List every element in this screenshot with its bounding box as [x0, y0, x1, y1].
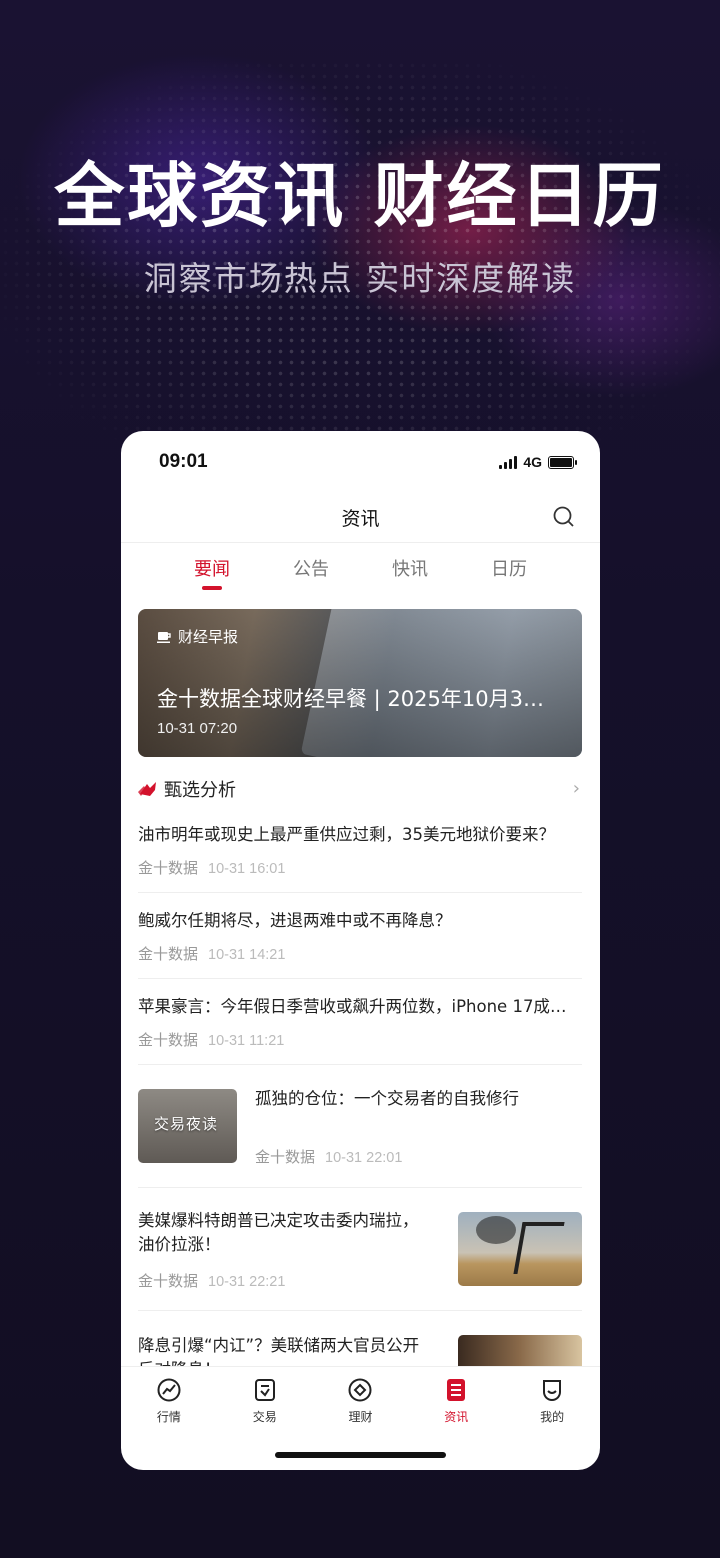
- trade-icon: [254, 1379, 275, 1401]
- battery-icon: [548, 455, 577, 469]
- tab-trade[interactable]: 交易: [217, 1367, 313, 1430]
- article-item[interactable]: 交易夜读 孤独的仓位：一个交易者的自我修行 金十数据 10-31 22:01: [138, 1081, 582, 1188]
- finance-icon: [348, 1378, 372, 1402]
- profile-icon: [543, 1380, 562, 1401]
- brand-logo-icon: [138, 782, 156, 796]
- hero-card[interactable]: 财经早报 金十数据全球财经早餐 | 2025年10月31日 10-31 07:2…: [138, 609, 582, 757]
- tab-flash[interactable]: 快讯: [361, 555, 460, 601]
- news-tabs: 要闻 公告 快讯 日历: [121, 543, 600, 601]
- tab-market[interactable]: 行情: [121, 1367, 217, 1430]
- article-source: 金十数据: [255, 1148, 316, 1166]
- article-item[interactable]: 降息引爆“内讧”？美联储两大官员公开 反对降息！: [138, 1327, 582, 1409]
- news-icon: [447, 1379, 466, 1401]
- article-time: 10-31 16:01: [208, 861, 286, 877]
- tab-news[interactable]: 资讯: [408, 1367, 504, 1430]
- article-item[interactable]: 鲍威尔任期将尽，进退两难中或不再降息？ 金十数据 10-31 14:21: [138, 909, 582, 979]
- article-source: 金十数据: [138, 1272, 199, 1290]
- article-item[interactable]: 苹果豪言：今年假日季营收或飙升两位数，iPhone 17成为增长引擎 金十数据 1…: [138, 995, 582, 1065]
- hero-tag-label: 财经早报: [178, 628, 239, 646]
- article-time: 10-31 11:21: [208, 1033, 285, 1049]
- article-source: 金十数据: [138, 1031, 199, 1049]
- hero-title: 金十数据全球财经早餐 | 2025年10月31日: [157, 687, 557, 711]
- status-bar: 09:01 4G: [121, 431, 600, 493]
- article-item[interactable]: 油市明年或现史上最严重供应过剩，35美元地狱价要来？ 金十数据 10-31 16:…: [138, 823, 582, 893]
- phone-screen: 09:01 4G 资讯 要闻 公告 快讯 日历 财经早报 金十数据全球财经早餐 …: [121, 431, 600, 1470]
- tab-finance[interactable]: 理财: [313, 1367, 409, 1430]
- signal-icon: [499, 455, 518, 469]
- search-icon[interactable]: [552, 505, 576, 529]
- chevron-right-icon[interactable]: ›: [573, 778, 580, 799]
- article-thumbnail: [458, 1212, 582, 1286]
- thumbnail-caption: 交易夜读: [154, 1115, 219, 1133]
- article-source: 金十数据: [138, 945, 199, 963]
- article-title: 鲍威尔任期将尽，进退两难中或不再降息？: [138, 911, 452, 930]
- tab-headlines[interactable]: 要闻: [163, 555, 262, 601]
- tab-profile[interactable]: 我的: [504, 1367, 600, 1430]
- home-indicator: [275, 1452, 446, 1458]
- article-title: 孤独的仓位：一个交易者的自我修行: [255, 1089, 519, 1108]
- section-header[interactable]: 甄选分析 ›: [138, 774, 582, 804]
- network-label: 4G: [523, 454, 542, 470]
- cup-icon: [157, 631, 171, 643]
- article-title: 油市明年或现史上最严重供应过剩，35美元地狱价要来？: [138, 825, 555, 844]
- nav-bar: 资讯: [121, 493, 600, 543]
- tab-calendar[interactable]: 日历: [460, 555, 559, 601]
- pumpjack-icon: [513, 1222, 565, 1274]
- promo-subline: 洞察市场热点 实时深度解读: [143, 259, 577, 298]
- status-time: 09:01: [159, 451, 208, 472]
- bottom-tab-bar: 行情 交易 理财 资讯 我的: [121, 1366, 600, 1430]
- article-thumbnail: 交易夜读: [138, 1089, 237, 1163]
- status-icons: 4G: [499, 454, 577, 470]
- article-time: 10-31 22:21: [208, 1274, 286, 1290]
- promo-headline: 全球资讯 财经日历: [54, 155, 666, 237]
- article-title: 苹果豪言：今年假日季营收或飙升两位数，iPhone 17成为增长引擎: [138, 997, 582, 1016]
- page-title: 资讯: [341, 508, 380, 530]
- article-time: 10-31 14:21: [208, 947, 286, 963]
- article-source: 金十数据: [138, 859, 199, 877]
- hero-tag: 财经早报: [157, 626, 238, 647]
- tab-announcements[interactable]: 公告: [262, 555, 361, 601]
- chart-icon: [157, 1378, 181, 1402]
- article-title: 美媒爆料特朗普已决定攻击委内瑞拉， 油价拉涨！: [138, 1211, 419, 1254]
- article-item[interactable]: 美媒爆料特朗普已决定攻击委内瑞拉， 油价拉涨！ 金十数据 10-31 22:21: [138, 1204, 582, 1311]
- section-title: 甄选分析: [164, 780, 236, 801]
- article-time: 10-31 22:01: [325, 1150, 403, 1166]
- hero-date: 10-31 07:20: [157, 720, 238, 737]
